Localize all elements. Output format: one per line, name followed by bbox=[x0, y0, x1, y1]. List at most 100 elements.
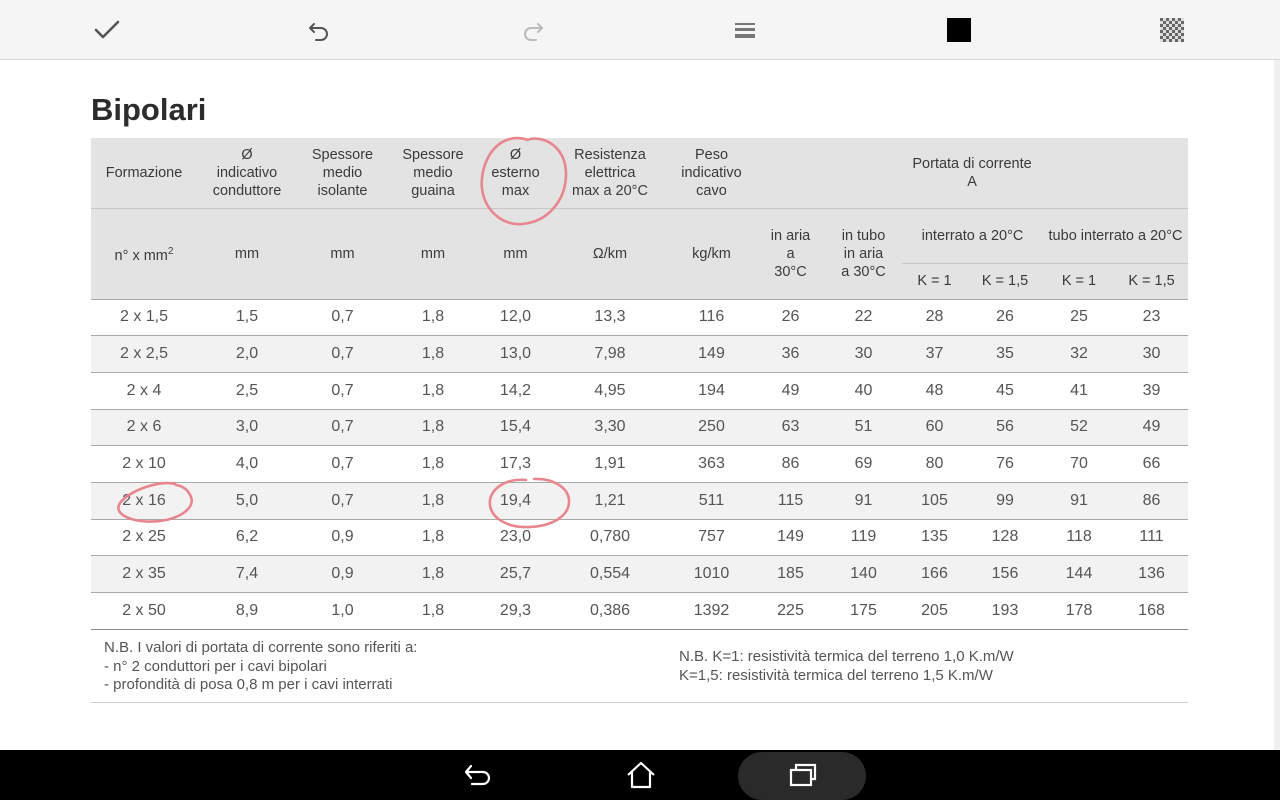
cell-resistenza: 0,386 bbox=[553, 592, 667, 630]
header-peso: Peso indicativo cavo bbox=[667, 138, 756, 208]
cell-d-est: 13,0 bbox=[478, 335, 553, 373]
cell-peso: 250 bbox=[667, 408, 756, 446]
cell-aria: 49 bbox=[756, 371, 825, 410]
cell-interrato-k1: 80 bbox=[902, 445, 967, 483]
cell-d-est: 25,7 bbox=[478, 555, 553, 593]
table-body: 2 x 1,5 1,5 0,7 1,8 12,0 13,3 116 26 22 28 26 25 23 2… bbox=[91, 298, 1189, 630]
cell-spess-guaina: 1,8 bbox=[388, 555, 478, 593]
back-icon bbox=[464, 764, 491, 786]
unit-spessore-isolante: mm bbox=[297, 207, 388, 299]
cell-aria: 26 bbox=[756, 298, 825, 336]
cell-spess-guaina: 1,8 bbox=[388, 335, 478, 373]
table-row: 2 x 50 8,9 1,0 1,8 29,3 0,386 1392 225 175 205 193… bbox=[91, 592, 1189, 630]
cell-peso: 363 bbox=[667, 445, 756, 483]
home-button[interactable] bbox=[621, 752, 661, 798]
cell-resistenza: 1,21 bbox=[553, 481, 667, 520]
cell-resistenza: 3,30 bbox=[553, 408, 667, 446]
cell-aria: 63 bbox=[756, 408, 825, 446]
color-button[interactable] bbox=[941, 12, 977, 48]
redo-icon bbox=[524, 23, 543, 41]
cell-peso: 1392 bbox=[667, 592, 756, 630]
cell-d-cond: 2,5 bbox=[197, 371, 297, 410]
undo-button[interactable] bbox=[301, 12, 337, 48]
unit-formazione: n° x mm2 bbox=[91, 207, 197, 299]
table-row: 2 x 10 4,0 0,7 1,8 17,3 1,91 363 86 69 80 76 70 66 bbox=[91, 445, 1189, 483]
header-resistenza: Resistenza elettrica max a 20°C bbox=[553, 138, 667, 208]
cell-spess-guaina: 1,8 bbox=[388, 371, 478, 410]
header-diametro-conduttore: Øindicativo conduttore bbox=[197, 138, 297, 208]
cell-interrato-k1-5: 128 bbox=[967, 518, 1043, 556]
header-diametro-esterno: Øesterno max bbox=[478, 138, 553, 208]
cell-spess-iso: 0,7 bbox=[297, 298, 388, 336]
cell-resistenza: 0,554 bbox=[553, 555, 667, 593]
cell-tubo-interrato-k1: 52 bbox=[1043, 408, 1115, 446]
cell-tubo-interrato-k1: 178 bbox=[1043, 592, 1115, 630]
cell-aria: 36 bbox=[756, 335, 825, 373]
table-row: 2 x 2,5 2,0 0,7 1,8 13,0 7,98 149 36 30 37 35 32 30 bbox=[91, 335, 1189, 373]
home-icon bbox=[627, 761, 655, 789]
notes-right: N.B. K=1: resistività termica del terren… bbox=[679, 648, 1014, 685]
cell-d-cond: 8,9 bbox=[197, 592, 297, 630]
note-line: N.B. K=1: resistività termica del terren… bbox=[679, 648, 1014, 665]
cell-spess-guaina: 1,8 bbox=[388, 481, 478, 520]
recent-apps-button[interactable] bbox=[782, 752, 822, 798]
transparency-button[interactable] bbox=[1154, 12, 1190, 48]
cell-interrato-k1-5: 56 bbox=[967, 408, 1043, 446]
cell-resistenza: 13,3 bbox=[553, 298, 667, 336]
cable-spec-table: Formazione Øindicativo conduttore Spessor… bbox=[91, 138, 1189, 630]
cell-tubo-aria: 40 bbox=[825, 371, 902, 410]
cell-d-cond: 7,4 bbox=[197, 555, 297, 593]
cell-d-est: 12,0 bbox=[478, 298, 553, 336]
cell-d-cond: 4,0 bbox=[197, 445, 297, 483]
cell-tubo-interrato-k1-5: 168 bbox=[1115, 592, 1189, 630]
annotation-toolbar bbox=[0, 0, 1280, 60]
cell-tubo-interrato-k1-5: 66 bbox=[1115, 445, 1189, 483]
table-row: 2 x 6 3,0 0,7 1,8 15,4 3,30 250 63 51 60 56 52 49 bbox=[91, 408, 1189, 446]
header-interrato: interrato a 20°C bbox=[902, 207, 1043, 263]
cell-tubo-interrato-k1: 25 bbox=[1043, 298, 1115, 336]
cell-interrato-k1: 37 bbox=[902, 335, 967, 373]
note-line: N.B. I valori di portata di corrente son… bbox=[104, 639, 418, 656]
cell-d-cond: 5,0 bbox=[197, 481, 297, 520]
table-row: 2 x 1,5 1,5 0,7 1,8 12,0 13,3 116 26 22 28 26 25 23 bbox=[91, 298, 1189, 336]
cell-formazione: 2 x 2,5 bbox=[91, 335, 197, 373]
cell-tubo-interrato-k1: 91 bbox=[1043, 481, 1115, 520]
cell-tubo-aria: 91 bbox=[825, 481, 902, 520]
cell-tubo-interrato-k1: 41 bbox=[1043, 371, 1115, 410]
unit-spessore-guaina: mm bbox=[388, 207, 478, 299]
back-button[interactable] bbox=[458, 752, 498, 798]
cell-spess-iso: 0,7 bbox=[297, 408, 388, 446]
cell-interrato-k1: 60 bbox=[902, 408, 967, 446]
cell-formazione: 2 x 35 bbox=[91, 555, 197, 593]
header-k-interrato-1-5: K = 1,5 bbox=[967, 262, 1043, 299]
cell-interrato-k1: 28 bbox=[902, 298, 967, 336]
note-line: - n° 2 conduttori per i cavi bipolari bbox=[104, 657, 327, 675]
cell-interrato-k1: 166 bbox=[902, 555, 967, 593]
header-k-tubo-1-5: K = 1,5 bbox=[1115, 262, 1189, 299]
cell-interrato-k1: 48 bbox=[902, 371, 967, 410]
header-k-tubo-1: K = 1 bbox=[1043, 262, 1115, 299]
cell-tubo-interrato-k1-5: 30 bbox=[1115, 335, 1189, 373]
cell-d-est: 19,4 bbox=[478, 481, 553, 520]
cell-resistenza: 7,98 bbox=[553, 335, 667, 373]
confirm-button[interactable] bbox=[89, 12, 125, 48]
redo-button[interactable] bbox=[515, 12, 551, 48]
cell-tubo-interrato-k1: 70 bbox=[1043, 445, 1115, 483]
cell-spess-guaina: 1,8 bbox=[388, 592, 478, 630]
note-line: K=1,5: resistività termica del terreno 1… bbox=[679, 666, 993, 684]
cell-tubo-aria: 140 bbox=[825, 555, 902, 593]
cell-tubo-interrato-k1: 32 bbox=[1043, 335, 1115, 373]
cell-interrato-k1-5: 156 bbox=[967, 555, 1043, 593]
cell-tubo-aria: 22 bbox=[825, 298, 902, 336]
cell-d-est: 14,2 bbox=[478, 371, 553, 410]
cell-d-cond: 1,5 bbox=[197, 298, 297, 336]
cell-tubo-interrato-k1-5: 39 bbox=[1115, 371, 1189, 410]
cell-tubo-interrato-k1-5: 49 bbox=[1115, 408, 1189, 446]
line-thickness-icon bbox=[735, 23, 755, 38]
table-row: 2 x 4 2,5 0,7 1,8 14,2 4,95 194 49 40 48 45 41 39 bbox=[91, 371, 1189, 410]
table-notes: N.B. I valori di portata di corrente son… bbox=[91, 639, 1188, 703]
undo-icon bbox=[309, 23, 328, 41]
cell-spess-iso: 0,9 bbox=[297, 555, 388, 593]
line-thickness-button[interactable] bbox=[727, 12, 763, 48]
header-tubo-interrato: tubo interrato a 20°C bbox=[1043, 207, 1189, 263]
